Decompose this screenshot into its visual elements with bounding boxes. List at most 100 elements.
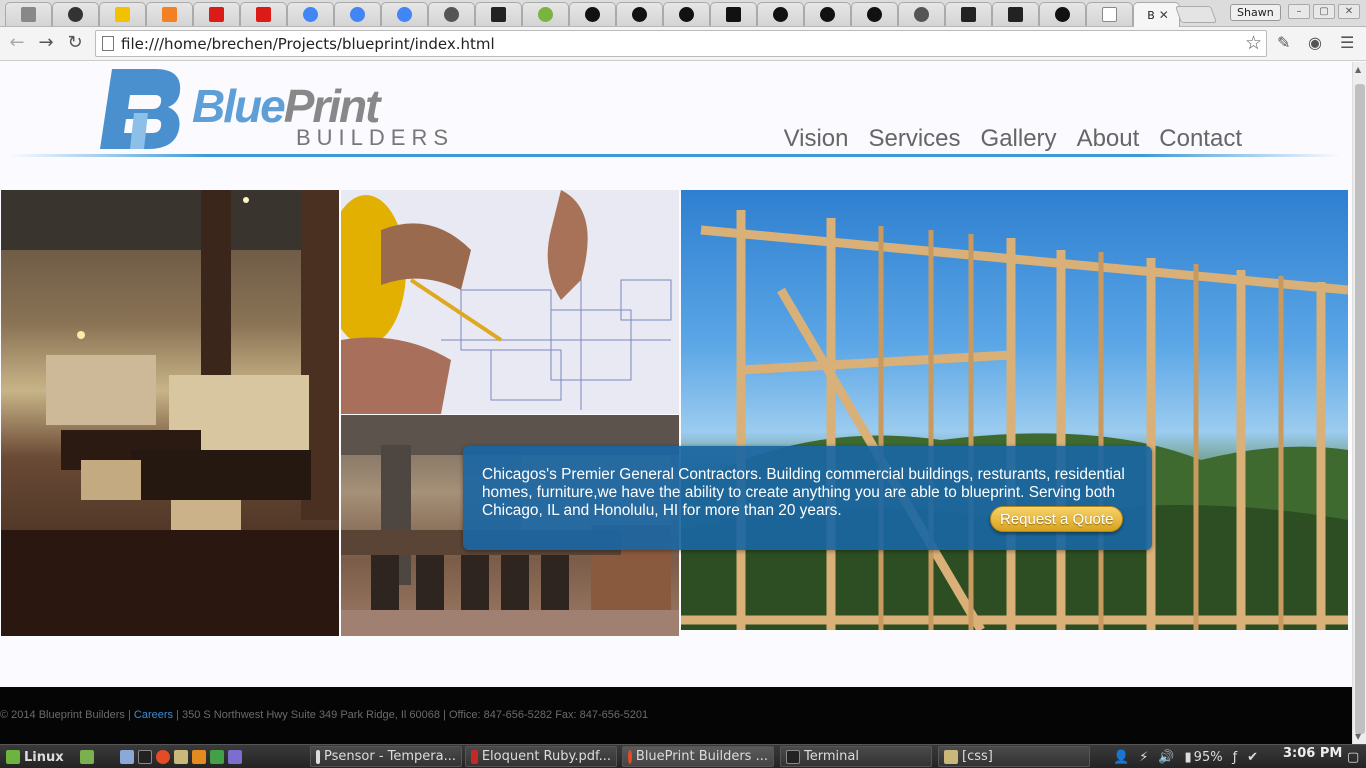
- maximize-button[interactable]: ▢: [1313, 4, 1335, 19]
- puzzle-icon[interactable]: [210, 750, 224, 764]
- shield-icon[interactable]: ✔: [1247, 750, 1258, 765]
- tab[interactable]: [475, 2, 522, 26]
- tab[interactable]: [1039, 2, 1086, 26]
- network-icon[interactable]: ⚡: [1139, 750, 1148, 765]
- taskbar-window-browser[interactable]: BluePrint Builders ...: [622, 746, 774, 767]
- codepen-icon: [68, 7, 83, 22]
- nav-services[interactable]: Services: [869, 125, 961, 153]
- tab[interactable]: [146, 2, 193, 26]
- tab[interactable]: [522, 2, 569, 26]
- scrollbar[interactable]: ▲ ▼: [1352, 62, 1366, 744]
- profile-button[interactable]: Shawn: [1230, 4, 1281, 21]
- footer-careers-link[interactable]: Careers: [134, 709, 173, 721]
- window-label: Terminal: [804, 749, 859, 764]
- tab[interactable]: [5, 2, 52, 26]
- chat-bubble-icon: [820, 7, 835, 22]
- folder-icon[interactable]: [120, 750, 134, 764]
- files-icon[interactable]: [174, 750, 188, 764]
- tab-strip: B ✕ Shawn – ▢ ✕: [0, 0, 1366, 27]
- app-icon[interactable]: [228, 750, 242, 764]
- tab[interactable]: [757, 2, 804, 26]
- chrome-icon[interactable]: [156, 750, 170, 764]
- close-icon[interactable]: ✕: [1159, 8, 1169, 22]
- taskbar-window-terminal[interactable]: Terminal: [780, 746, 932, 767]
- cube-icon: [961, 7, 976, 22]
- tab[interactable]: [804, 2, 851, 26]
- tab[interactable]: [992, 2, 1039, 26]
- tab[interactable]: [287, 2, 334, 26]
- wikipedia-icon: [726, 7, 741, 22]
- pdf-icon: [471, 749, 478, 764]
- google-icon: [397, 7, 412, 22]
- cube-icon: [1008, 7, 1023, 22]
- notification-icon[interactable]: ▢: [1347, 747, 1359, 767]
- tab[interactable]: [240, 2, 287, 26]
- footer-address: | 350 S Northwest Hwy Suite 349 Park Rid…: [176, 709, 649, 721]
- footer: © 2014 Blueprint Builders | Careers | 35…: [0, 687, 1352, 744]
- tab[interactable]: [569, 2, 616, 26]
- reload-icon[interactable]: ↻: [64, 32, 86, 53]
- star-icon[interactable]: ☆: [1245, 32, 1262, 54]
- start-menu-button[interactable]: Linux: [6, 747, 64, 767]
- page-viewport: BluePrint BUILDERS Vision Services Galle…: [0, 62, 1352, 744]
- back-icon[interactable]: ←: [6, 32, 28, 53]
- sublime-icon[interactable]: [192, 750, 206, 764]
- logo-word-blue: Blue: [192, 80, 286, 132]
- nav-gallery[interactable]: Gallery: [981, 125, 1057, 153]
- taskbar-window-psensor[interactable]: Psensor - Tempera...: [310, 746, 462, 767]
- tab[interactable]: [428, 2, 475, 26]
- tab[interactable]: [99, 2, 146, 26]
- thermometer-icon: [316, 749, 320, 764]
- terminal-icon: [786, 749, 800, 764]
- request-quote-button[interactable]: Request a Quote: [990, 506, 1124, 532]
- clock[interactable]: 3:06 PM: [1283, 746, 1342, 761]
- minimize-button[interactable]: –: [1288, 4, 1310, 19]
- menu-icon[interactable]: ☰: [1340, 33, 1354, 52]
- battery-icon: ▮: [1184, 749, 1192, 765]
- angular-icon: [256, 7, 271, 22]
- tab[interactable]: [663, 2, 710, 26]
- tab[interactable]: [851, 2, 898, 26]
- url-text[interactable]: file:///home/brechen/Projects/blueprint/…: [121, 35, 495, 53]
- tab[interactable]: [52, 2, 99, 26]
- scrollbar-thumb[interactable]: [1355, 84, 1365, 734]
- framing-photo: [681, 190, 1348, 630]
- battery-indicator[interactable]: ▮ 95%: [1185, 750, 1223, 765]
- user-icon[interactable]: 👤: [1113, 750, 1129, 765]
- cube-icon: [491, 7, 506, 22]
- tab[interactable]: [334, 2, 381, 26]
- tab[interactable]: [381, 2, 428, 26]
- tab[interactable]: [1086, 2, 1133, 26]
- show-desktop-button[interactable]: [80, 747, 94, 767]
- tab-active[interactable]: B ✕: [1133, 2, 1180, 27]
- start-menu-label: Linux: [24, 749, 64, 765]
- scroll-down-icon[interactable]: ▼: [1355, 732, 1361, 741]
- nav-vision[interactable]: Vision: [784, 125, 849, 153]
- hero-callout: Chicagos's Premier General Contractors. …: [463, 446, 1152, 550]
- tab[interactable]: [710, 2, 757, 26]
- forward-icon[interactable]: →: [35, 32, 57, 53]
- extension-icon[interactable]: ◉: [1308, 33, 1322, 52]
- nav-contact[interactable]: Contact: [1159, 125, 1242, 153]
- eyedropper-icon[interactable]: ✎: [1277, 33, 1290, 52]
- angular-icon: [209, 7, 224, 22]
- tab[interactable]: [616, 2, 663, 26]
- address-bar[interactable]: file:///home/brechen/Projects/blueprint/…: [95, 30, 1267, 57]
- nav-about[interactable]: About: [1077, 125, 1140, 153]
- chrome-icon: [628, 749, 632, 764]
- tab[interactable]: [945, 2, 992, 26]
- system-tray: 👤 ⚡ 🔊 ▮ 95% ƒ ✔: [1113, 747, 1258, 767]
- close-window-button[interactable]: ✕: [1338, 4, 1360, 19]
- taskbar-window-pdf[interactable]: Eloquent Ruby.pdf...: [465, 746, 617, 767]
- font-icon[interactable]: ƒ: [1233, 750, 1238, 765]
- new-tab-button[interactable]: [1174, 6, 1218, 23]
- scroll-up-icon[interactable]: ▲: [1355, 65, 1361, 74]
- tab[interactable]: [898, 2, 945, 26]
- terminal-icon[interactable]: [138, 750, 152, 764]
- tab[interactable]: [193, 2, 240, 26]
- footer-text: © 2014 Blueprint Builders | Careers | 35…: [0, 709, 648, 721]
- taskbar-window-folder[interactable]: [css]: [938, 746, 1090, 767]
- window-label: Psensor - Tempera...: [324, 749, 456, 764]
- logo[interactable]: BluePrint BUILDERS: [100, 67, 448, 152]
- volume-icon[interactable]: 🔊: [1158, 750, 1174, 765]
